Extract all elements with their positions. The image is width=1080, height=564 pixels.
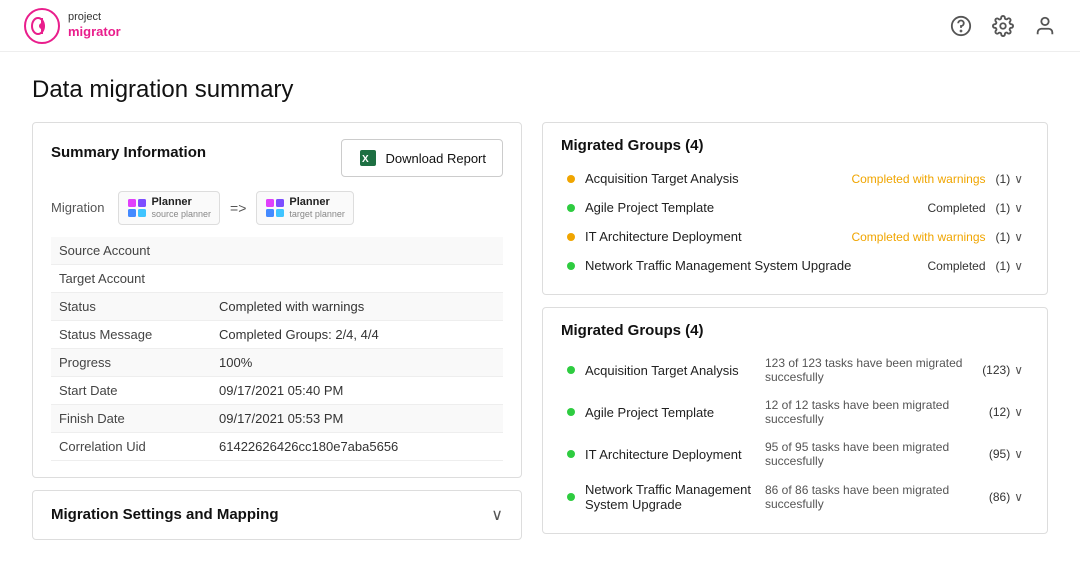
download-report-button[interactable]: X Download Report xyxy=(341,139,503,177)
header: project migrator xyxy=(0,0,1080,52)
migrated-groups-2-card: Migrated Groups (4) Acquisition Target A… xyxy=(542,307,1048,534)
groups-list-1: Acquisition Target AnalysisCompleted wit… xyxy=(561,164,1029,280)
summary-row: Status MessageCompleted Groups: 2/4, 4/4 xyxy=(51,320,503,348)
group-name: Network Traffic Management System Upgrad… xyxy=(585,258,928,273)
summary-card-title: Summary Information xyxy=(51,144,206,161)
left-panel: Summary Information X Download Report Mi… xyxy=(32,122,522,540)
task-row[interactable]: IT Architecture Deployment95 of 95 tasks… xyxy=(561,433,1029,475)
target-planner-icon xyxy=(265,198,285,218)
migrated-groups-2-title: Migrated Groups (4) xyxy=(561,322,1029,339)
settings-icon[interactable] xyxy=(992,15,1014,37)
chevron-icon[interactable]: ∨ xyxy=(1014,447,1023,461)
summary-row: Correlation Uid61422626426cc180e7aba5656 xyxy=(51,432,503,460)
task-dot xyxy=(567,493,575,501)
summary-table: Source AccountTarget AccountStatusComple… xyxy=(51,237,503,461)
settings-title: Migration Settings and Mapping xyxy=(51,506,279,523)
tasks-list: Acquisition Target Analysis123 of 123 ta… xyxy=(561,349,1029,519)
group-count: (1) xyxy=(996,230,1011,244)
task-count: (86) xyxy=(989,490,1010,504)
group-dot xyxy=(567,175,575,183)
group-dot xyxy=(567,233,575,241)
summary-row: StatusCompleted with warnings xyxy=(51,292,503,320)
source-planner-badge: Planner source planner xyxy=(118,191,220,225)
summary-row: Target Account xyxy=(51,264,503,292)
group-name: Acquisition Target Analysis xyxy=(585,171,851,186)
chevron-icon[interactable]: ∨ xyxy=(1014,363,1023,377)
logo-icon xyxy=(24,8,60,44)
migrated-groups-1-title: Migrated Groups (4) xyxy=(561,137,1029,154)
task-count: (123) xyxy=(982,363,1010,377)
group-status: Completed with warnings xyxy=(851,172,985,186)
task-desc: 95 of 95 tasks have been migrated succes… xyxy=(765,440,989,468)
migration-header: Summary Information X Download Report xyxy=(51,139,503,177)
settings-chevron: ∨ xyxy=(491,505,503,525)
task-dot xyxy=(567,450,575,458)
right-panel: Migrated Groups (4) Acquisition Target A… xyxy=(542,122,1048,540)
task-row[interactable]: Network Traffic Management System Upgrad… xyxy=(561,475,1029,519)
logo: project migrator xyxy=(24,8,121,44)
chevron-icon[interactable]: ∨ xyxy=(1014,490,1023,504)
task-name: Agile Project Template xyxy=(585,405,765,420)
group-row[interactable]: Network Traffic Management System Upgrad… xyxy=(561,251,1029,280)
task-count: (95) xyxy=(989,447,1010,461)
help-icon[interactable] xyxy=(950,15,972,37)
chevron-icon[interactable]: ∨ xyxy=(1014,172,1023,186)
task-desc: 86 of 86 tasks have been migrated succes… xyxy=(765,483,989,511)
group-count: (1) xyxy=(996,259,1011,273)
summary-card: Summary Information X Download Report Mi… xyxy=(32,122,522,478)
chevron-icon[interactable]: ∨ xyxy=(1014,405,1023,419)
task-row[interactable]: Agile Project Template12 of 12 tasks hav… xyxy=(561,391,1029,433)
chevron-icon[interactable]: ∨ xyxy=(1014,230,1023,244)
group-row[interactable]: Acquisition Target AnalysisCompleted wit… xyxy=(561,164,1029,193)
task-dot xyxy=(567,366,575,374)
migration-flow: Migration Planner source planner xyxy=(51,191,503,225)
chevron-icon[interactable]: ∨ xyxy=(1014,259,1023,273)
svg-text:X: X xyxy=(362,154,369,165)
task-desc: 123 of 123 tasks have been migrated succ… xyxy=(765,356,982,384)
group-dot xyxy=(567,204,575,212)
group-count: (1) xyxy=(996,201,1011,215)
group-status: Completed with warnings xyxy=(851,230,985,244)
header-icons xyxy=(950,15,1056,37)
logo-text: project migrator xyxy=(68,11,121,40)
migrated-groups-1-card: Migrated Groups (4) Acquisition Target A… xyxy=(542,122,1048,295)
target-planner-badge: Planner target planner xyxy=(256,191,354,225)
settings-card[interactable]: Migration Settings and Mapping ∨ xyxy=(32,490,522,540)
task-row[interactable]: Acquisition Target Analysis123 of 123 ta… xyxy=(561,349,1029,391)
group-status: Completed xyxy=(928,201,986,215)
group-row[interactable]: Agile Project TemplateCompleted (1)∨ xyxy=(561,193,1029,222)
group-name: IT Architecture Deployment xyxy=(585,229,851,244)
source-planner-icon xyxy=(127,198,147,218)
group-name: Agile Project Template xyxy=(585,200,928,215)
summary-row: Source Account xyxy=(51,237,503,265)
group-status: Completed xyxy=(928,259,986,273)
task-name: Acquisition Target Analysis xyxy=(585,363,765,378)
summary-row: Finish Date09/17/2021 05:53 PM xyxy=(51,404,503,432)
task-name: Network Traffic Management System Upgrad… xyxy=(585,482,765,512)
page-title: Data migration summary xyxy=(32,76,1048,104)
group-count: (1) xyxy=(996,172,1011,186)
summary-row: Start Date09/17/2021 05:40 PM xyxy=(51,376,503,404)
task-name: IT Architecture Deployment xyxy=(585,447,765,462)
content-row: Summary Information X Download Report Mi… xyxy=(32,122,1048,540)
migration-arrow: => xyxy=(226,200,250,216)
excel-icon: X xyxy=(358,148,378,168)
main-content: Data migration summary Summary Informati… xyxy=(0,52,1080,564)
group-dot xyxy=(567,262,575,270)
group-row[interactable]: IT Architecture DeploymentCompleted with… xyxy=(561,222,1029,251)
account-icon[interactable] xyxy=(1034,15,1056,37)
task-count: (12) xyxy=(989,405,1010,419)
task-dot xyxy=(567,408,575,416)
task-desc: 12 of 12 tasks have been migrated succes… xyxy=(765,398,989,426)
migration-label: Migration xyxy=(51,200,104,215)
summary-row: Progress100% xyxy=(51,348,503,376)
chevron-icon[interactable]: ∨ xyxy=(1014,201,1023,215)
